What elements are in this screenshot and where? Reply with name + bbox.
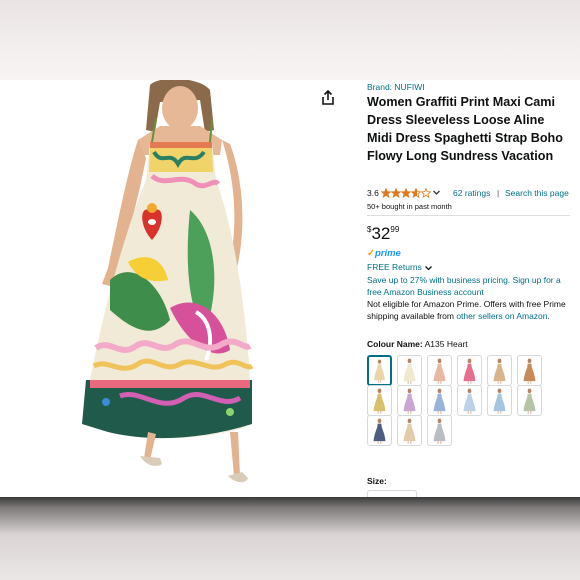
product-image[interactable]: [0, 80, 345, 497]
colour-swatch[interactable]: [367, 415, 392, 446]
star-rating-icon[interactable]: [380, 187, 432, 200]
colour-swatch[interactable]: [457, 385, 482, 416]
share-icon: [322, 89, 334, 105]
rating-value: 3.6: [367, 188, 379, 198]
dress-thumbnail-icon: [433, 388, 446, 414]
colour-swatch[interactable]: [457, 355, 482, 386]
colour-swatch[interactable]: [367, 355, 392, 386]
share-button[interactable]: [318, 88, 338, 108]
background-blur-bottom: [0, 497, 580, 580]
colour-swatch[interactable]: [397, 355, 422, 386]
rating-row: 3.6 62 ratings | Search this page: [367, 187, 577, 200]
dress-thumbnail-icon: [373, 418, 386, 444]
colour-swatch[interactable]: [487, 355, 512, 386]
product-title: Women Graffiti Print Maxi Cami Dress Sle…: [367, 95, 563, 163]
colour-swatch[interactable]: [367, 385, 392, 416]
dress-thumbnail-icon: [523, 358, 536, 384]
size-selector[interactable]: [367, 490, 417, 497]
divider: [367, 215, 570, 216]
colour-swatch[interactable]: [487, 385, 512, 416]
colour-swatch[interactable]: [517, 355, 542, 386]
business-pricing-link[interactable]: Save up to 27% with business pricing. Si…: [367, 274, 572, 298]
free-returns-label: FREE Returns: [367, 262, 422, 272]
colour-swatch[interactable]: [397, 385, 422, 416]
dress-illustration: [82, 80, 254, 483]
dress-thumbnail-icon: [403, 388, 416, 414]
price: $3299: [367, 224, 399, 244]
prime-badge: ✓prime: [367, 248, 401, 259]
prime-label: prime: [374, 248, 401, 259]
dress-thumbnail-icon: [374, 359, 385, 383]
rating-chevron[interactable]: [432, 188, 441, 199]
stars-graphic: [380, 187, 432, 199]
price-symbol: $: [367, 225, 372, 234]
colour-name: Colour Name: A135 Heart: [367, 339, 468, 349]
prime-check-icon: ✓: [367, 248, 375, 259]
dress-thumbnail-icon: [493, 388, 506, 414]
colour-label: Colour Name:: [367, 339, 423, 349]
dress-thumbnail-icon: [433, 358, 446, 384]
dress-thumbnail-icon: [403, 418, 416, 444]
dress-thumbnail-icon: [403, 358, 416, 384]
colour-swatch[interactable]: [427, 415, 452, 446]
dress-thumbnail-icon: [463, 388, 476, 414]
other-sellers-link[interactable]: other sellers on Amazon: [456, 311, 547, 321]
colour-swatch[interactable]: [397, 415, 422, 446]
colour-swatches: [367, 355, 572, 465]
dress-thumbnail-icon: [493, 358, 506, 384]
size-label: Size:: [367, 476, 387, 486]
bought-in-past-month: 50+ bought in past month: [367, 202, 452, 211]
colour-value: A135 Heart: [424, 339, 468, 349]
colour-swatch[interactable]: [517, 385, 542, 416]
search-page-link[interactable]: Search this page: [505, 188, 569, 198]
eligibility-end: .: [547, 311, 550, 321]
colour-swatch[interactable]: [427, 385, 452, 416]
dress-thumbnail-icon: [433, 418, 446, 444]
dress-thumbnail-icon: [373, 388, 386, 414]
free-returns-link[interactable]: FREE Returns: [367, 262, 433, 272]
chevron-down-icon: [425, 265, 433, 271]
brand-link[interactable]: Brand: NUFIWI: [367, 82, 425, 92]
price-whole: 32: [371, 224, 391, 243]
dress-thumbnail-icon: [463, 358, 476, 384]
separator: |: [497, 188, 500, 198]
product-panel: Brand: NUFIWI Women Graffiti Print Maxi …: [0, 80, 580, 497]
prime-eligibility: Not eligible for Amazon Prime. Offers wi…: [367, 298, 572, 322]
dress-thumbnail-icon: [523, 388, 536, 414]
colour-swatch[interactable]: [427, 355, 452, 386]
price-fraction: 99: [390, 225, 400, 234]
chevron-down-icon: [433, 190, 440, 195]
background-blur-top: [0, 0, 580, 80]
ratings-count-link[interactable]: 62 ratings: [453, 188, 490, 198]
